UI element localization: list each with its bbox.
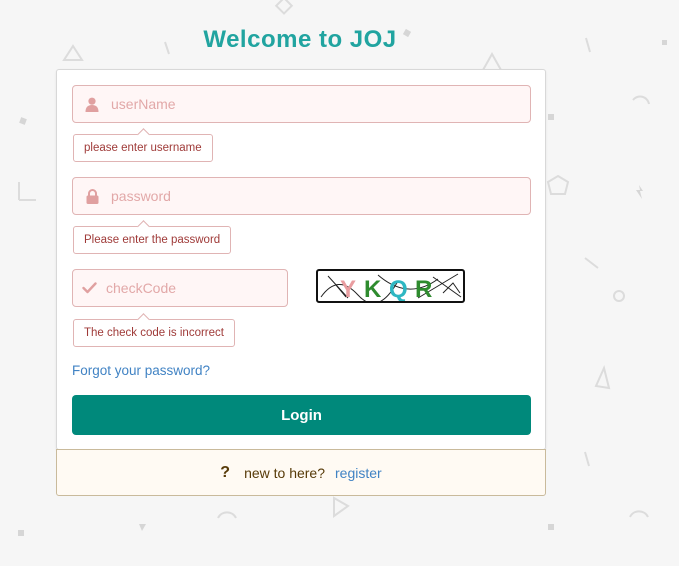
svg-text:Q: Q [389, 276, 408, 301]
question-icon: ? [220, 463, 231, 481]
lock-icon [73, 188, 111, 204]
svg-text:R: R [415, 276, 432, 301]
user-icon [73, 97, 111, 112]
register-link[interactable]: register [335, 465, 382, 481]
register-bar: ? new to here? register [56, 449, 546, 496]
username-input[interactable] [111, 96, 530, 112]
register-prompt: new to here? [244, 464, 326, 481]
checkcode-field[interactable] [72, 269, 288, 307]
forgot-password-link[interactable]: Forgot your password? [72, 363, 210, 378]
username-error: please enter username [73, 134, 213, 162]
checkcode-input[interactable] [106, 280, 287, 296]
captcha-image[interactable]: Y K Q R [316, 269, 465, 303]
password-field[interactable] [72, 177, 531, 215]
password-input[interactable] [111, 188, 530, 204]
checkmark-icon [73, 282, 106, 294]
svg-text:K: K [364, 276, 382, 301]
svg-text:Y: Y [340, 276, 356, 301]
checkcode-error: The check code is incorrect [73, 319, 235, 347]
captcha-graphic: Y K Q R [320, 273, 462, 301]
login-form: please enter username Please enter the p… [56, 69, 546, 450]
password-error: Please enter the password [73, 226, 232, 254]
login-button[interactable]: Login [72, 395, 531, 435]
page-title: Welcome to JOJ [203, 26, 397, 53]
username-field[interactable] [72, 85, 531, 123]
